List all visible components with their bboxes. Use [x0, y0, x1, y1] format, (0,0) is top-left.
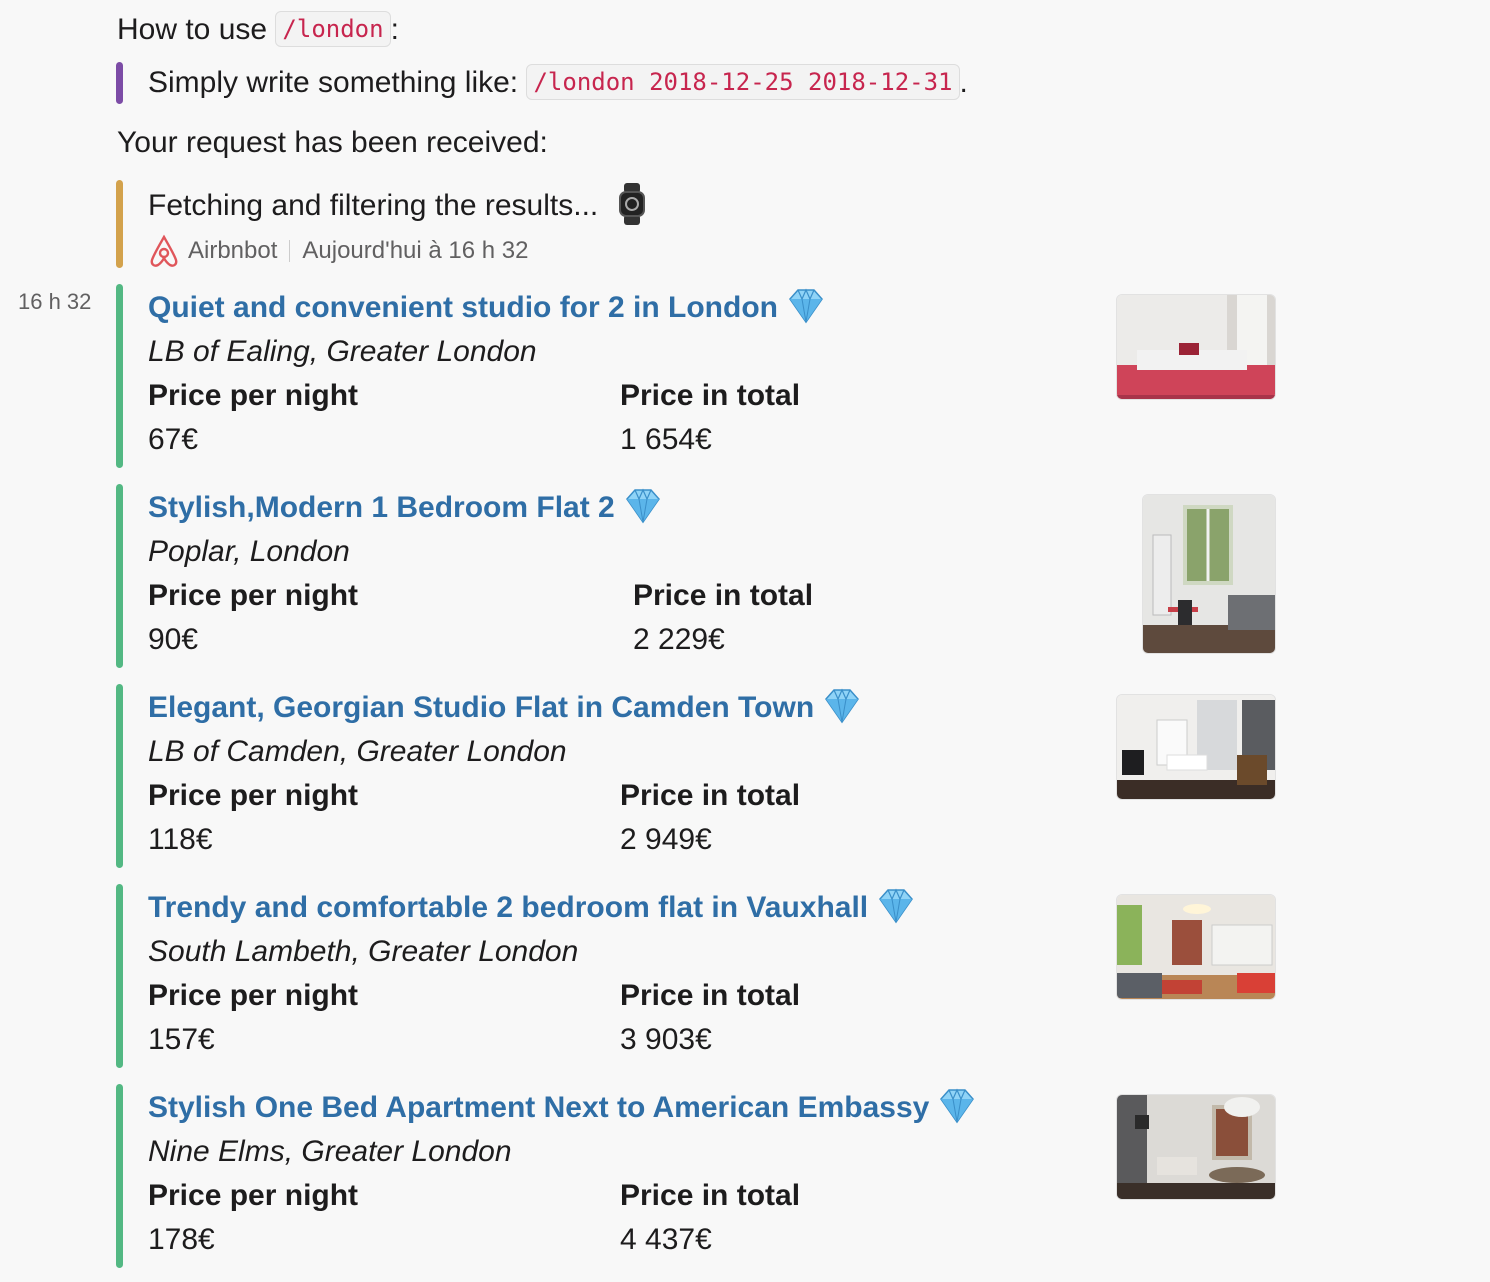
price-per-night-label: Price per night [148, 379, 359, 412]
period-text: . [959, 66, 968, 99]
listing-photo[interactable] [1116, 294, 1276, 400]
price-total-label: Price in total [633, 579, 814, 612]
price-total-label: Price in total [620, 1179, 801, 1212]
listing-card: Stylish,Modern 1 Bedroom Flat 2 Poplar, … [116, 484, 1286, 668]
request-received-text: Your request has been received: [117, 126, 548, 159]
message-time[interactable]: 16 h 32 [18, 289, 91, 315]
fetching-text: Fetching and filtering the results... [148, 189, 599, 222]
price-total-value: 4 437€ [620, 1223, 712, 1256]
listing-photo[interactable] [1116, 894, 1276, 1000]
divider [289, 240, 291, 262]
chat-page: How to use /london: Simply write somethi… [0, 0, 1490, 1282]
how-to-text: How to use [117, 13, 268, 46]
price-total-value: 3 903€ [620, 1023, 712, 1056]
listing-photo[interactable] [1116, 1094, 1276, 1200]
attachment-bar [116, 484, 123, 668]
gem-icon [789, 288, 823, 324]
quote-bar-example [116, 62, 123, 104]
attachment-bar [116, 684, 123, 868]
listing-location: LB of Camden, Greater London [148, 735, 567, 768]
price-per-night-value: 178€ [148, 1223, 215, 1256]
bot-name[interactable]: Airbnbot [188, 237, 277, 265]
price-total-value: 2 229€ [633, 623, 725, 656]
gem-icon [879, 888, 914, 924]
price-per-night-label: Price per night [148, 979, 359, 1012]
bot-timestamp[interactable]: Aujourd'hui à 16 h 32 [302, 237, 528, 265]
listing-location: South Lambeth, Greater London [148, 935, 579, 968]
colon-text: : [390, 13, 399, 46]
listing-title-link[interactable]: Quiet and convenient studio for 2 in Lon… [148, 286, 828, 330]
attachment-bar [116, 1084, 123, 1268]
price-per-night-value: 90€ [148, 623, 199, 656]
price-total-value: 2 949€ [620, 823, 712, 856]
airbnb-logo-icon [150, 234, 178, 267]
example-command-code: /london 2018-12-25 2018-12-31 [526, 64, 960, 100]
price-per-night-label: Price per night [148, 579, 359, 612]
example-prefix: Simply write something like: [148, 66, 519, 99]
price-per-night-value: 157€ [148, 1023, 215, 1056]
gem-icon [625, 488, 660, 524]
listing-card: Quiet and convenient studio for 2 in Lon… [116, 284, 1286, 468]
listing-location: LB of Ealing, Greater London [148, 335, 537, 368]
gem-icon [940, 1088, 975, 1124]
fetching-line: Fetching and filtering the results... [148, 183, 647, 226]
price-per-night-label: Price per night [148, 779, 359, 812]
quote-bar-fetching [116, 180, 123, 268]
price-total-label: Price in total [620, 379, 801, 412]
example-line: Simply write something like: /london 201… [148, 63, 968, 103]
price-total-label: Price in total [620, 979, 801, 1012]
listing-card: Elegant, Georgian Studio Flat in Camden … [116, 684, 1286, 868]
price-per-night-value: 67€ [148, 423, 199, 456]
command-code: /london [275, 11, 391, 47]
listing-location: Nine Elms, Greater London [148, 1135, 512, 1168]
listing-title-link[interactable]: Stylish One Bed Apartment Next to Americ… [148, 1086, 979, 1130]
listing-title-link[interactable]: Trendy and comfortable 2 bedroom flat in… [148, 886, 918, 930]
price-total-value: 1 654€ [620, 423, 712, 456]
price-per-night-value: 118€ [148, 823, 213, 856]
listing-location: Poplar, London [148, 535, 350, 568]
attachment-bar [116, 884, 123, 1068]
listing-photo[interactable] [1142, 494, 1276, 654]
listing-title-link[interactable]: Elegant, Georgian Studio Flat in Camden … [148, 686, 864, 730]
price-per-night-label: Price per night [148, 1179, 359, 1212]
listing-card: Trendy and comfortable 2 bedroom flat in… [116, 884, 1286, 1068]
price-total-label: Price in total [620, 779, 801, 812]
listing-card: Stylish One Bed Apartment Next to Americ… [116, 1084, 1286, 1268]
how-to-line: How to use /london: [117, 10, 399, 50]
listing-title-link[interactable]: Stylish,Modern 1 Bedroom Flat 2 [148, 486, 665, 530]
listing-photo[interactable] [1116, 694, 1276, 800]
watch-icon [617, 183, 647, 225]
gem-icon [825, 688, 860, 724]
bot-attribution: Airbnbot Aujourd'hui à 16 h 32 [148, 234, 528, 268]
attachment-bar [116, 284, 123, 468]
